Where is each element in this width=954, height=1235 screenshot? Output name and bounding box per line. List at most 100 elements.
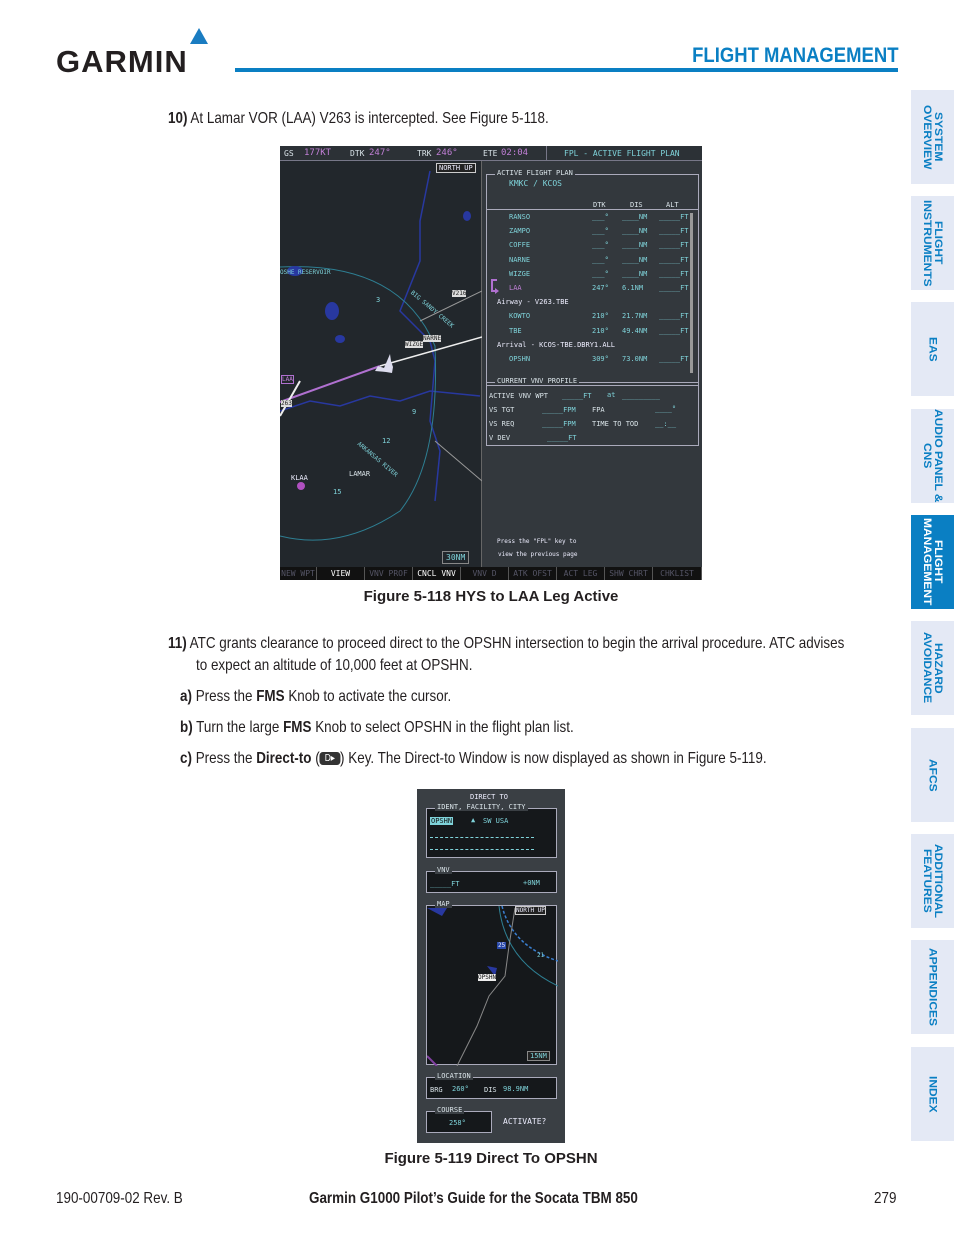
side-tab[interactable]: SYSTEM OVERVIEW bbox=[911, 90, 954, 184]
col-alt: ALT bbox=[666, 201, 679, 209]
waypoint-dis: ____NM bbox=[622, 241, 648, 250]
side-tab[interactable]: AUDIO PANEL & CNS bbox=[911, 409, 954, 503]
page-number: 279 bbox=[874, 1190, 901, 1208]
side-tab[interactable]: ADDITIONAL FEATURES bbox=[911, 834, 954, 928]
map-label-wizge: WIZGE bbox=[405, 341, 424, 348]
course-box: COURSE 258° bbox=[426, 1106, 492, 1133]
softkey[interactable]: NEW WPT bbox=[280, 567, 317, 580]
waypoint-dtk: 210° bbox=[592, 312, 609, 321]
flight-plan-row[interactable]: WIZGE ___° ____NM _____FT bbox=[487, 270, 692, 282]
substep-a: a) Press the FMS Knob to activate the cu… bbox=[180, 688, 503, 706]
waypoint-dtk: ___° bbox=[592, 241, 609, 250]
flight-plan-row[interactable]: KOWTO 210° 21.7NM _____FT bbox=[487, 312, 692, 324]
substep-c: c) Press the Direct-to (D▸) Key. The Dir… bbox=[180, 750, 767, 767]
side-tab[interactable]: FLIGHT INSTRUMENTS bbox=[911, 196, 954, 290]
softkey[interactable]: VIEW bbox=[317, 567, 365, 580]
softkey[interactable]: ACT LEG bbox=[557, 567, 605, 580]
bold-text: FMS bbox=[283, 719, 312, 736]
side-tab[interactable]: INDEX bbox=[911, 1047, 954, 1141]
waypoint-alt: _____FT bbox=[659, 284, 689, 292]
vnv-value: _____FPM bbox=[542, 420, 576, 428]
figure-caption: Figure 5-118 HYS to LAA Leg Active bbox=[363, 588, 619, 605]
ete-label: ETE bbox=[483, 149, 498, 158]
waypoint-name: WIZGE bbox=[509, 269, 531, 278]
side-tab[interactable]: APPENDICES bbox=[911, 940, 954, 1034]
text: Knob to activate the cursor. bbox=[284, 688, 452, 705]
waypoint-alt: _____FT bbox=[659, 227, 689, 236]
side-tab-label: AUDIO PANEL & CNS bbox=[920, 409, 945, 503]
waypoint-name: COFFE bbox=[509, 241, 531, 250]
activate-button[interactable]: ACTIVATE? bbox=[503, 1117, 546, 1126]
waypoint-dtk: 309° bbox=[592, 355, 609, 363]
vnv-label: FPA bbox=[592, 406, 605, 414]
page-title: FPL - ACTIVE FLIGHT PLAN bbox=[564, 149, 680, 158]
flight-plan-row[interactable]: ZAMPO ___° ____NM _____FT bbox=[487, 227, 692, 239]
vnv-value: _____FT bbox=[547, 434, 577, 442]
flight-plan-row[interactable]: TBE 210° 49.4NM _____FT bbox=[487, 327, 692, 339]
section-title: FLIGHT MANAGEMENT bbox=[691, 44, 898, 67]
scrollbar[interactable] bbox=[690, 213, 693, 373]
map-graphics bbox=[280, 170, 483, 541]
side-tab[interactable]: AFCS bbox=[911, 728, 954, 822]
side-tab[interactable]: EAS bbox=[911, 302, 954, 396]
vnv-value: __:__ bbox=[655, 420, 677, 428]
range-ring-label: 15 bbox=[333, 488, 342, 496]
direct-to-window: DIRECT TO IDENT, FACILITY, CITY OPSHN ▲ … bbox=[417, 789, 565, 1143]
course-field[interactable]: 258° bbox=[449, 1119, 466, 1127]
ident-field[interactable]: OPSHN bbox=[430, 817, 454, 825]
window-title: DIRECT TO bbox=[470, 793, 508, 801]
vnv-altitude[interactable]: _____FT bbox=[430, 880, 460, 888]
side-tab-label: ADDITIONAL FEATURES bbox=[920, 844, 945, 918]
waypoint-name: TBE bbox=[509, 326, 522, 335]
waypoint-name: RANSO bbox=[509, 213, 531, 221]
navigation-map[interactable]: NORTH UP OSHE RESERVOIR BIG SANDY CREEK … bbox=[280, 161, 483, 567]
highway-shield-icon: 25 bbox=[497, 942, 507, 949]
flight-plan-row[interactable]: LAA 247° 6.1NM _____FT bbox=[487, 284, 692, 296]
flight-plan-row[interactable]: NARNE ___° ____NM _____FT bbox=[487, 256, 692, 268]
brg-label: BRG bbox=[430, 1086, 443, 1094]
waypoint-dtk: ___° bbox=[592, 227, 609, 236]
map-range[interactable]: 30NM bbox=[442, 551, 470, 564]
map-range[interactable]: 15NM bbox=[527, 1051, 550, 1061]
substep-label: c) bbox=[180, 750, 192, 767]
garmin-triangle-icon bbox=[190, 28, 208, 44]
vnv-offset[interactable]: +0NM bbox=[523, 879, 540, 887]
vnv-profile-box: CURRENT VNV PROFILE ACTIVE VNV WPT _____… bbox=[486, 377, 699, 446]
north-up-label[interactable]: NORTH UP bbox=[515, 906, 546, 915]
softkey[interactable]: ATK OFST bbox=[509, 567, 557, 580]
waypoint-dtk: ___° bbox=[592, 255, 609, 264]
softkey[interactable]: VNV D bbox=[461, 567, 509, 580]
flight-plan-row[interactable]: RANSO ___° ____NM _____FT bbox=[487, 213, 692, 225]
map-graphics bbox=[427, 906, 558, 1066]
box-title: MAP bbox=[435, 900, 452, 908]
vnv-label: ACTIVE VNV WPT bbox=[489, 392, 549, 400]
bold-text: FMS bbox=[256, 688, 285, 705]
waypoint-name: ZAMPO bbox=[509, 227, 531, 236]
flight-plan-row[interactable]: COFFE ___° ____NM _____FT bbox=[487, 241, 692, 253]
flight-plan-row[interactable]: OPSHN 309° 73.0NM _____FT bbox=[487, 355, 692, 367]
header-rule bbox=[235, 68, 898, 72]
box-title: ACTIVE FLIGHT PLAN bbox=[495, 169, 575, 177]
vnv-label: V DEV bbox=[489, 434, 511, 442]
doc-title-text: Garmin G1000 Pilot’s Guide for the Socat… bbox=[309, 1190, 638, 1207]
garmin-logo: GARMIN bbox=[56, 28, 221, 79]
direct-to-key-icon: D▸ bbox=[319, 752, 341, 765]
dis-value: 98.9NM bbox=[503, 1085, 529, 1093]
vnv-value: _____FPM bbox=[542, 406, 576, 414]
vnv-label: TIME TO TOD bbox=[592, 420, 639, 428]
softkey[interactable]: CNCL VNV bbox=[413, 567, 461, 580]
softkey[interactable]: SHW CHRT bbox=[605, 567, 653, 580]
north-up-label[interactable]: NORTH UP bbox=[436, 163, 476, 173]
route-name: KMKC / KCOS bbox=[509, 179, 562, 188]
map-label-v216: V216 bbox=[452, 290, 467, 297]
col-dtk: DTK bbox=[593, 201, 606, 209]
side-tab[interactable]: FLIGHT MANAGEMENT bbox=[911, 515, 954, 609]
step-number: 11) bbox=[168, 635, 187, 652]
step-11-line2: to expect an altitude of 10,000 feet at … bbox=[196, 657, 525, 675]
text: Key. The Direct-to Window is now display… bbox=[344, 750, 767, 767]
waypoint-dis: ____NM bbox=[622, 227, 648, 236]
text: Press the bbox=[195, 750, 257, 767]
side-tab-label: FLIGHT INSTRUMENTS bbox=[920, 199, 945, 287]
softkey[interactable]: CHKLIST bbox=[653, 567, 702, 580]
softkey[interactable]: VNV PROF bbox=[365, 567, 413, 580]
